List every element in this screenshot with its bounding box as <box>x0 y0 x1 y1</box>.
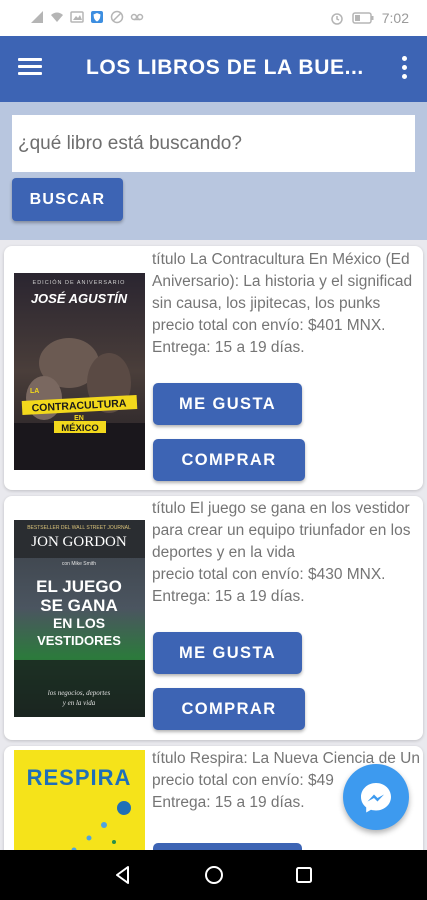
buy-button[interactable]: COMPRAR <box>153 688 305 730</box>
home-icon[interactable] <box>203 864 225 886</box>
cover-title-line3: EN <box>74 415 84 422</box>
book-title-line: deportes y en la vida <box>152 544 296 561</box>
system-nav-bar <box>0 850 427 900</box>
book-price: precio total con envío: $430 MNX. <box>152 566 386 583</box>
cover-author-text: JOSÉ AGUSTÍN <box>31 291 128 306</box>
book-card: EDICIÓN DE ANIVERSARIO JOSÉ AGUSTÍN LA C… <box>4 246 423 490</box>
book-title-line: título La Contracultura En México (Ed <box>152 251 410 268</box>
status-icons-left <box>30 10 144 24</box>
cover-edition-text: EDICIÓN DE ANIVERSARIO <box>33 279 126 286</box>
search-panel: BUSCAR <box>0 102 427 240</box>
book-info: título La Contracultura En México (Ed An… <box>152 249 423 359</box>
cover-art: RESPIRA <box>14 750 145 850</box>
alarm-icon <box>331 13 343 25</box>
status-time: 7:02 <box>381 10 409 26</box>
cover-sub-line2: y en la vida <box>62 699 96 707</box>
search-input[interactable] <box>12 115 415 172</box>
book-cover-image[interactable]: BESTSELLER DEL WALL STREET JOURNAL JON G… <box>14 520 145 717</box>
cover-title-line4: VESTIDORES <box>37 633 121 648</box>
status-bar: 7:02 <box>0 0 427 36</box>
book-title-line: para crear un equipo triunfador en los <box>152 522 411 539</box>
hamburger-menu-icon[interactable] <box>18 54 48 84</box>
messenger-icon <box>361 783 391 813</box>
status-icons-right: 7:02 <box>330 10 409 26</box>
recents-icon[interactable] <box>293 864 315 886</box>
like-button[interactable]: ME GUSTA <box>153 632 302 674</box>
voicemail-icon <box>130 13 144 21</box>
like-button[interactable] <box>153 843 302 850</box>
signal-icon <box>31 11 43 23</box>
book-cover-image[interactable]: EDICIÓN DE ANIVERSARIO JOSÉ AGUSTÍN LA C… <box>14 273 145 470</box>
cover-author-text: JON GORDON <box>31 534 127 550</box>
book-delivery: Entrega: 15 a 19 días. <box>152 588 305 605</box>
app-title: LOS LIBROS DE LA BUE... <box>86 56 364 79</box>
book-card: BESTSELLER DEL WALL STREET JOURNAL JON G… <box>4 496 423 740</box>
battery-icon <box>352 12 374 24</box>
book-title-line: Aniversario): La historia y el significa… <box>152 273 413 290</box>
book-title-line: título El juego se gana en los vestidor <box>152 500 410 517</box>
cover-with-text: con Mike Smith <box>62 561 96 567</box>
cover-art: BESTSELLER DEL WALL STREET JOURNAL JON G… <box>14 520 145 717</box>
image-icon <box>70 11 84 23</box>
cover-title-line1: LA <box>30 388 39 395</box>
messenger-fab[interactable] <box>343 764 409 830</box>
cover-title-line3: EN LOS <box>53 615 105 631</box>
cover-title-text: RESPIRA <box>27 765 132 790</box>
book-info: título El juego se gana en los vestidor … <box>152 498 423 608</box>
back-icon[interactable] <box>112 864 134 886</box>
book-price: precio total con envío: $401 MNX. <box>152 317 386 334</box>
book-title-line: sin causa, los jipitecas, los punks <box>152 295 381 312</box>
cover-sub-line1: los negocios, deportes <box>48 689 111 697</box>
cover-title-line1: EL JUEGO <box>36 577 122 596</box>
like-button[interactable]: ME GUSTA <box>153 383 302 425</box>
blocked-icon <box>110 10 124 24</box>
shield-icon <box>91 11 103 23</box>
book-cover-image[interactable]: RESPIRA <box>14 750 145 850</box>
wifi-icon <box>51 12 63 22</box>
book-delivery: Entrega: 15 a 19 días. <box>152 339 305 356</box>
cover-title-line4: MÉXICO <box>61 423 98 434</box>
app-bar: LOS LIBROS DE LA BUE... <box>0 36 427 102</box>
book-list[interactable]: EDICIÓN DE ANIVERSARIO JOSÉ AGUSTÍN LA C… <box>0 240 427 850</box>
cover-top-text: BESTSELLER DEL WALL STREET JOURNAL <box>27 525 131 531</box>
cover-title-line2: SE GANA <box>40 596 117 615</box>
cover-art: EDICIÓN DE ANIVERSARIO JOSÉ AGUSTÍN LA C… <box>14 273 145 470</box>
overflow-menu-icon[interactable] <box>399 56 409 84</box>
buy-button[interactable]: COMPRAR <box>153 439 305 481</box>
search-button[interactable]: BUSCAR <box>12 178 123 221</box>
